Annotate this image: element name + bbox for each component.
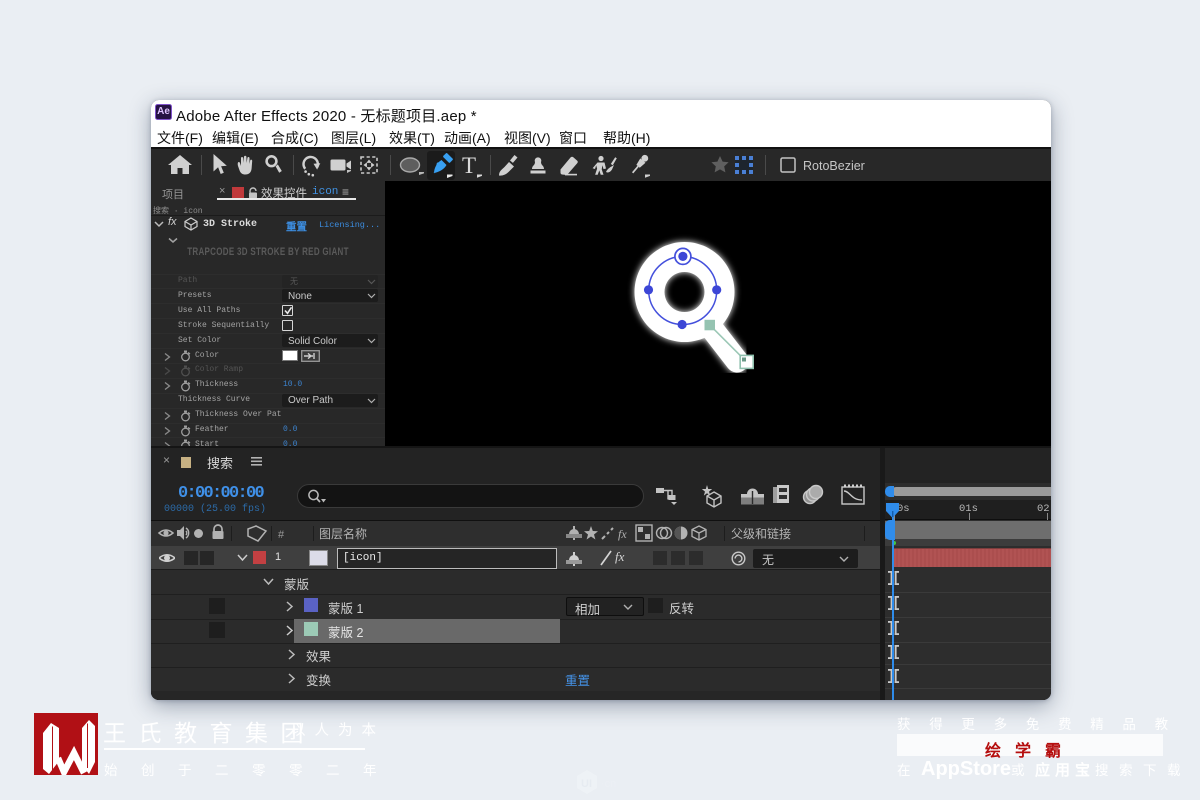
svg-text:T: T [462,153,476,178]
svg-text:RotoBezier: RotoBezier [803,159,865,173]
svg-text:#: # [278,529,285,541]
svg-text:图层名称: 图层名称 [319,526,367,541]
svg-text:fx: fx [618,527,627,541]
svg-text:·cn: ·cn [601,778,616,790]
svg-text:父级和链接: 父级和链接 [731,526,791,541]
svg-text:UI: UI [581,778,592,790]
